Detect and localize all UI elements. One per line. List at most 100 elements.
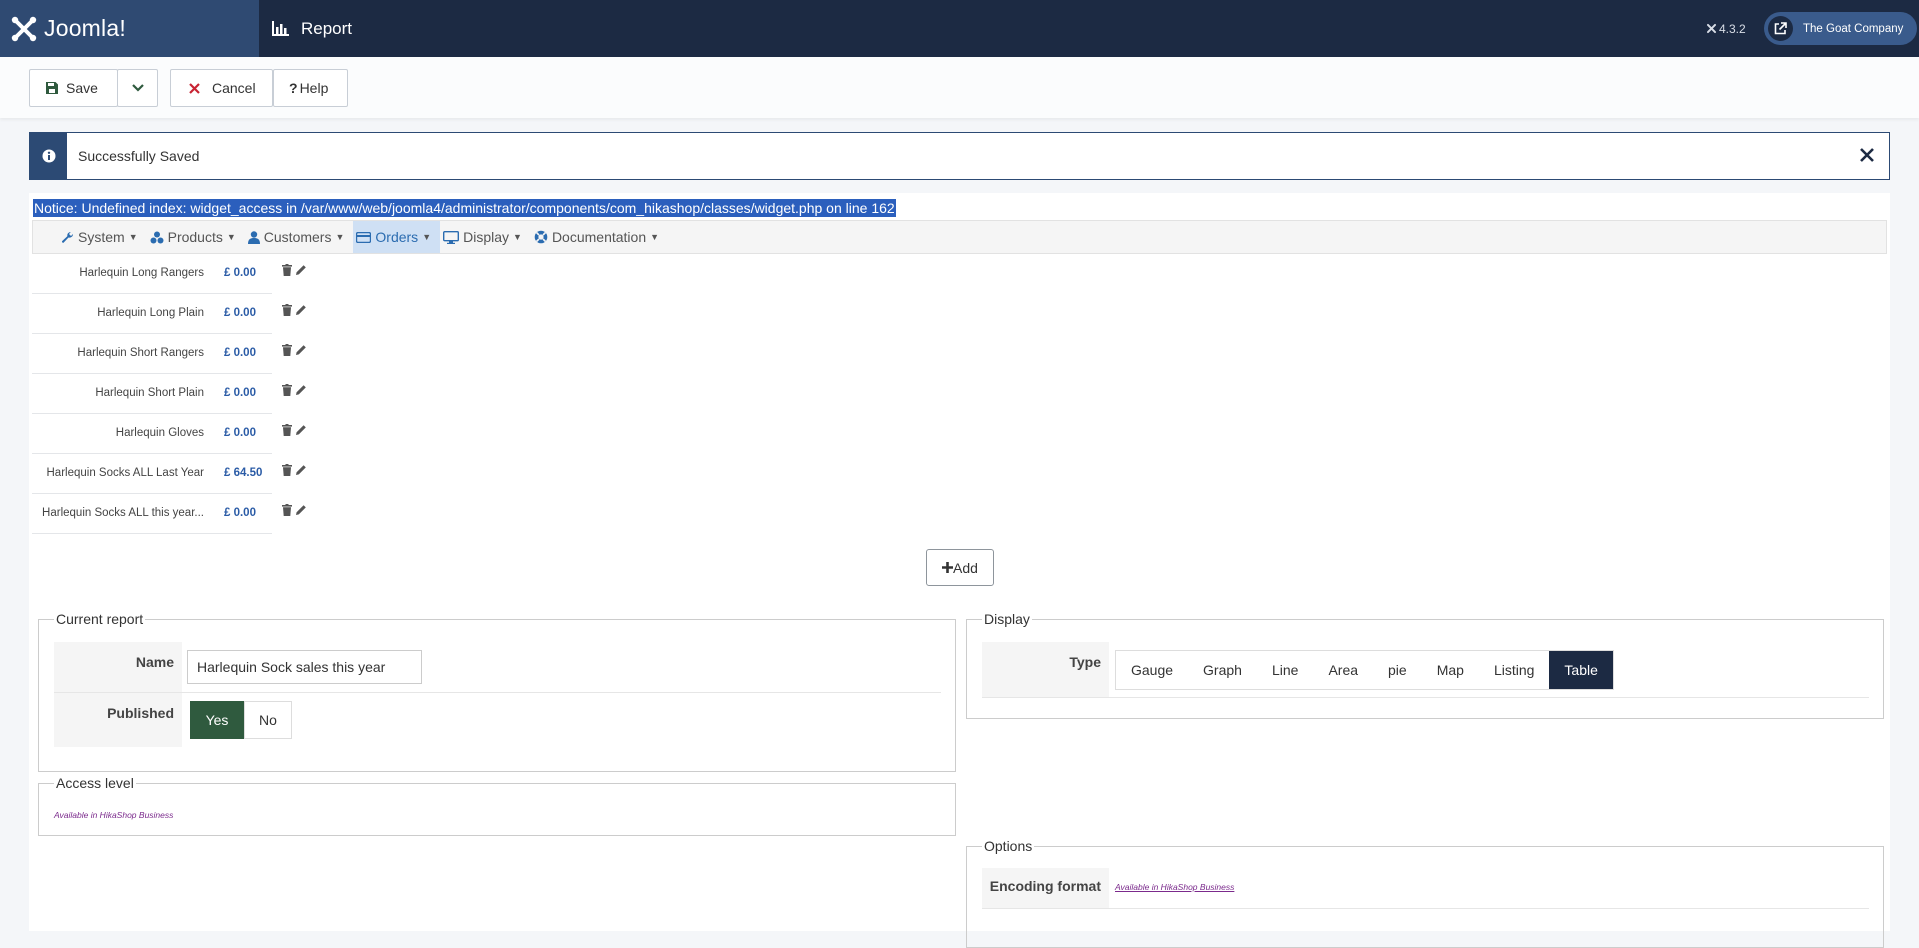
version-badge: 4.3.2 xyxy=(1706,0,1746,57)
display-fieldset: Display Type Gauge Graph Line Area pie M… xyxy=(966,611,1884,719)
site-name: The Goat Company xyxy=(1803,22,1904,35)
widget-name[interactable]: Harlequin Socks ALL Last Year xyxy=(47,467,205,479)
widget-row: Harlequin Long Rangers £ 0.00 xyxy=(32,254,306,294)
widget-value: £ 0.00 xyxy=(224,347,256,359)
menu-system-label: System xyxy=(78,229,125,245)
trash-icon[interactable] xyxy=(282,304,292,316)
widget-name[interactable]: Harlequin Long Rangers xyxy=(79,267,204,279)
widget-name[interactable]: Harlequin Gloves xyxy=(116,427,204,439)
options-legend: Options xyxy=(984,838,1033,854)
menu-orders[interactable]: Orders ▼ xyxy=(353,221,441,253)
cancel-button[interactable]: Cancel xyxy=(170,69,273,107)
joomla-logo-icon xyxy=(11,16,37,41)
type-table-button[interactable]: Table xyxy=(1549,651,1613,689)
name-label: Name xyxy=(54,642,182,692)
widget-row: Harlequin Gloves £ 0.00 xyxy=(32,414,306,454)
encoding-label: Encoding format xyxy=(982,868,1109,908)
pencil-icon[interactable] xyxy=(295,424,307,436)
type-listing-button[interactable]: Listing xyxy=(1479,651,1549,689)
trash-icon[interactable] xyxy=(282,344,292,356)
help-label: Help xyxy=(299,80,329,96)
access-level-business-note: Available in HikaShop Business xyxy=(54,810,174,820)
widget-row: Harlequin Socks ALL Last Year £ 64.50 xyxy=(32,454,306,494)
current-report-legend: Current report xyxy=(56,611,144,627)
encoding-row: Encoding format Available in HikaShop Bu… xyxy=(982,868,1869,909)
widget-value: £ 0.00 xyxy=(224,427,256,439)
menu-orders-label: Orders xyxy=(375,229,419,245)
widget-row: Harlequin Long Plain £ 0.00 xyxy=(32,294,306,334)
encoding-business-note[interactable]: Available in HikaShop Business xyxy=(1115,882,1234,892)
alert-close-icon[interactable] xyxy=(1855,143,1879,167)
type-pie-button[interactable]: pie xyxy=(1373,651,1422,689)
save-options-dropdown[interactable] xyxy=(117,69,158,107)
save-button[interactable]: Save xyxy=(29,69,118,107)
caret-down-icon: ▼ xyxy=(128,232,138,242)
question-icon: ? xyxy=(289,80,298,96)
pencil-icon[interactable] xyxy=(295,264,307,276)
trash-icon[interactable] xyxy=(282,264,292,276)
type-graph-button[interactable]: Graph xyxy=(1188,651,1257,689)
credit-card-icon xyxy=(356,231,372,243)
widget-value: £ 0.00 xyxy=(224,307,256,319)
pencil-icon[interactable] xyxy=(295,344,307,356)
pencil-icon[interactable] xyxy=(295,464,307,476)
widget-name[interactable]: Harlequin Short Rangers xyxy=(77,347,204,359)
menu-products[interactable]: Products ▼ xyxy=(147,221,245,253)
chart-bar-icon xyxy=(272,21,289,36)
alert-message: Successfully Saved xyxy=(78,148,200,164)
access-level-fieldset: Access level Available in HikaShop Busin… xyxy=(38,775,956,836)
published-no-button[interactable]: No xyxy=(244,701,292,739)
php-notice: Notice: Undefined index: widget_access i… xyxy=(33,199,896,217)
trash-icon[interactable] xyxy=(282,384,292,396)
widget-name[interactable]: Harlequin Socks ALL this year... xyxy=(42,507,204,519)
toolbar: Save Cancel ? Help xyxy=(0,57,1919,118)
widget-value: £ 0.00 xyxy=(224,387,256,399)
menu-customers-label: Customers xyxy=(263,229,332,245)
caret-down-icon: ▼ xyxy=(422,232,432,242)
caret-down-icon: ▼ xyxy=(335,232,345,242)
type-row: Type Gauge Graph Line Area pie Map Listi… xyxy=(982,642,1869,698)
published-toggle: Yes No xyxy=(190,701,292,739)
trash-icon[interactable] xyxy=(282,504,292,516)
type-area-button[interactable]: Area xyxy=(1313,651,1373,689)
display-legend: Display xyxy=(984,611,1030,627)
trash-icon[interactable] xyxy=(282,424,292,436)
add-label: Add xyxy=(953,559,978,576)
joomla-small-icon xyxy=(1706,23,1717,34)
site-link-button[interactable]: The Goat Company xyxy=(1764,12,1918,45)
close-icon xyxy=(189,82,200,94)
menu-customers[interactable]: Customers ▼ xyxy=(245,221,354,253)
pencil-icon[interactable] xyxy=(295,504,307,516)
menu-products-label: Products xyxy=(167,229,223,245)
trash-icon[interactable] xyxy=(282,464,292,476)
options-fieldset: Options Encoding format Available in Hik… xyxy=(966,838,1884,948)
pencil-icon[interactable] xyxy=(295,304,307,316)
pencil-icon[interactable] xyxy=(295,384,307,396)
type-gauge-button[interactable]: Gauge xyxy=(1116,651,1188,689)
menu-display-label: Display xyxy=(463,229,510,245)
menu-system[interactable]: System ▼ xyxy=(58,221,147,253)
page-title: Report xyxy=(272,0,352,57)
help-button[interactable]: ? Help xyxy=(273,69,348,107)
widget-name[interactable]: Harlequin Short Plain xyxy=(95,387,204,399)
display-type-selector: Gauge Graph Line Area pie Map Listing Ta… xyxy=(1115,650,1614,690)
admin-header: Joomla! Report 4.3.2 The Goat Company xyxy=(0,0,1919,57)
report-name-input[interactable] xyxy=(187,650,422,684)
type-map-button[interactable]: Map xyxy=(1422,651,1479,689)
published-row: Published Yes No xyxy=(54,693,941,747)
caret-down-icon: ▼ xyxy=(226,232,236,242)
menu-display[interactable]: Display ▼ xyxy=(440,221,531,253)
widget-name[interactable]: Harlequin Long Plain xyxy=(97,307,204,319)
published-yes-button[interactable]: Yes xyxy=(190,701,244,739)
page-title-text: Report xyxy=(301,18,353,38)
life-ring-icon xyxy=(534,230,548,244)
add-widget-button[interactable]: Add xyxy=(926,549,994,586)
type-line-button[interactable]: Line xyxy=(1257,651,1313,689)
menu-documentation[interactable]: Documentation ▼ xyxy=(531,221,668,253)
joomla-logo[interactable]: Joomla! xyxy=(0,0,259,57)
widget-value: £ 0.00 xyxy=(224,507,256,519)
cancel-label: Cancel xyxy=(212,80,256,96)
external-link-icon xyxy=(1768,16,1793,41)
widget-row: Harlequin Socks ALL this year... £ 0.00 xyxy=(32,494,306,534)
caret-down-icon: ▼ xyxy=(513,232,522,242)
